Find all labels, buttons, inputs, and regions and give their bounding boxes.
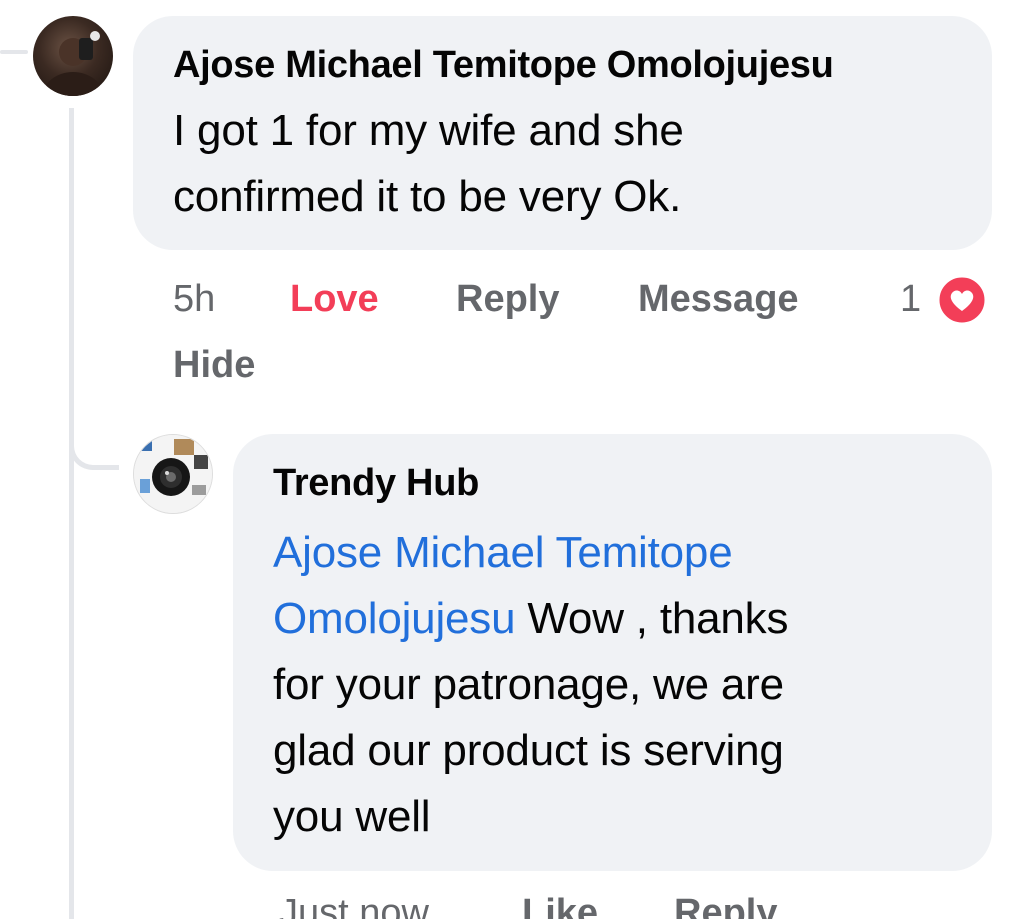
avatar[interactable] <box>33 16 113 96</box>
heart-icon[interactable] <box>936 274 988 326</box>
avatar[interactable] <box>133 434 213 514</box>
reply-text: Ajose Michael Temitope Omolojujesu Wow ,… <box>273 520 973 850</box>
thread-connector-top <box>0 50 28 54</box>
reply-bubble: Trendy Hub Ajose Michael Temitope Omoloj… <box>233 434 992 871</box>
mention-link[interactable]: Ajose Michael Temitope <box>273 528 733 577</box>
love-button[interactable]: Love <box>290 278 379 321</box>
reply-connector <box>69 420 119 470</box>
reply-button[interactable]: Reply <box>674 892 777 919</box>
comment-text-line: confirmed it to be very Ok. <box>173 172 682 221</box>
comment-bubble: Ajose Michael Temitope Omolojujesu I got… <box>133 16 992 250</box>
comment-author[interactable]: Ajose Michael Temitope Omolojujesu <box>173 44 834 87</box>
comment-text: I got 1 for my wife and she confirmed it… <box>173 98 933 230</box>
user-photo-icon <box>43 31 103 96</box>
reaction-count[interactable]: 1 <box>900 278 921 321</box>
reply-text-segment: Wow , thanks <box>515 594 789 643</box>
reply-text-line: for your patronage, we are <box>273 660 784 709</box>
camera-product-icon <box>134 435 212 513</box>
like-button[interactable]: Like <box>522 892 598 919</box>
comment-timestamp[interactable]: 5h <box>173 278 215 321</box>
hide-button[interactable]: Hide <box>173 344 255 387</box>
reply-text-line: you well <box>273 792 431 841</box>
comment-text-line: I got 1 for my wife and she <box>173 106 684 155</box>
reply-text-line: glad our product is serving <box>273 726 784 775</box>
message-button[interactable]: Message <box>638 278 799 321</box>
reply-button[interactable]: Reply <box>456 278 559 321</box>
reply-timestamp[interactable]: Just now <box>279 892 429 919</box>
reply-author[interactable]: Trendy Hub <box>273 462 479 505</box>
thread-line <box>69 108 74 919</box>
mention-link[interactable]: Omolojujesu <box>273 594 516 643</box>
